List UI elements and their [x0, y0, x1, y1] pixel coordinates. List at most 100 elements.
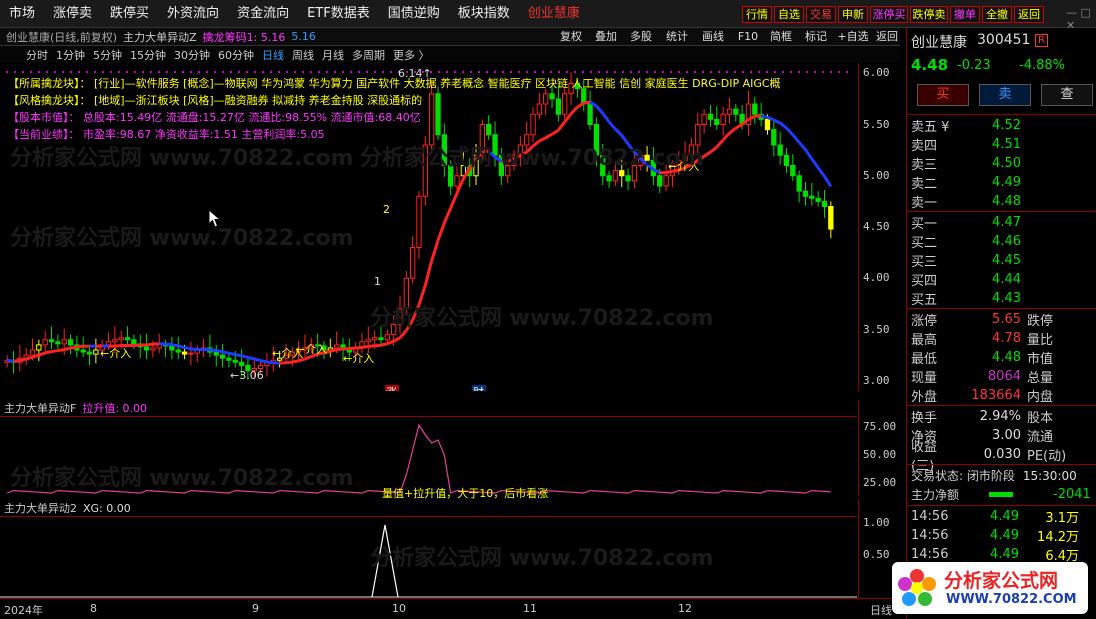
pane3[interactable] — [0, 516, 857, 598]
divider — [907, 114, 1096, 115]
period-10[interactable]: 更多 〉 — [393, 47, 430, 63]
menu-limit-up-sell[interactable]: 涨停卖 — [44, 0, 101, 27]
toolbar-button-7[interactable]: 标记 — [799, 28, 833, 46]
candle-body — [42, 339, 48, 346]
menu-fund-flow[interactable]: 资金流向 — [228, 0, 298, 27]
quick-button-8[interactable]: 返回 — [1014, 6, 1044, 23]
price-tick: 6.00 — [863, 66, 890, 80]
menu-etf-table[interactable]: ETF数据表 — [298, 0, 379, 27]
signal-dot — [710, 71, 712, 73]
tick-volume: 14.2万 — [1037, 530, 1079, 545]
pane2[interactable]: 量值+拉升值，大于10，后市看涨 — [0, 416, 857, 500]
pane2-value: 拉升值: 0.00 — [82, 402, 148, 415]
quick-button-5[interactable]: 跌停卖 — [910, 6, 948, 23]
signal-dot — [222, 71, 224, 73]
signal-dot — [102, 71, 104, 73]
quick-button-3[interactable]: 申新 — [838, 6, 868, 23]
period-3[interactable]: 15分钟 — [130, 47, 166, 63]
period-9[interactable]: 多周期 — [352, 47, 385, 63]
quote-pct: -4.88% — [1019, 58, 1065, 73]
ma-line — [386, 339, 395, 346]
candle-body — [105, 341, 112, 346]
signal-dot — [670, 71, 672, 73]
toolbar-button-4[interactable]: 画线 — [696, 28, 730, 46]
menu-foreign-flow[interactable]: 外资流向 — [158, 0, 228, 27]
quote-action-2[interactable]: 查 — [1041, 84, 1093, 106]
menu-market[interactable]: 市场 — [0, 0, 44, 27]
signal-dot — [14, 71, 16, 73]
toolbar-button-2[interactable]: 多股 — [624, 28, 658, 46]
signal-dot — [62, 71, 64, 73]
signal-dot — [750, 71, 752, 73]
pane3-tick: 0.50 — [863, 548, 890, 561]
quick-button-2[interactable]: 交易 — [806, 6, 836, 23]
ma-line — [411, 304, 421, 321]
quote-action-1[interactable]: 卖 — [979, 84, 1031, 106]
period-2[interactable]: 5分钟 — [93, 47, 122, 63]
quick-button-1[interactable]: 自选 — [774, 6, 804, 23]
bid-price: 4.46 — [992, 234, 1021, 249]
toolbar-button-3[interactable]: 统计 — [660, 28, 694, 46]
period-1[interactable]: 1分钟 — [56, 47, 85, 63]
stat-value: 4.48 — [992, 350, 1021, 365]
quick-button-7[interactable]: 全撤 — [982, 6, 1012, 23]
logo-title: 分析家公式网 — [944, 570, 1059, 592]
indicator-name[interactable]: 主力大单异动Z — [123, 29, 197, 45]
signal-dot — [454, 71, 456, 73]
quick-button-4[interactable]: 涨停买 — [870, 6, 908, 23]
bid-row: 买四 4.44 — [911, 270, 1095, 289]
period-0[interactable]: 分时 — [26, 47, 48, 63]
trade-state-row: 交易状态: 闭市阶段 15:30:00 — [911, 466, 1095, 485]
tick-row: 14:56 4.49 3.1万 — [911, 507, 1095, 526]
quick-button-0[interactable]: 行情 — [742, 6, 772, 23]
toolbar-button-8[interactable]: +自选 — [834, 28, 872, 46]
toolbar-title: 创业慧康(日线,前复权) — [6, 30, 118, 44]
toolbar-button-5[interactable]: F10 — [731, 28, 765, 46]
ma-line — [703, 150, 712, 158]
ma-line — [779, 121, 788, 130]
quote-action-0[interactable]: 买 — [917, 84, 969, 106]
candle-body — [821, 200, 828, 207]
stat-value: 5.65 — [992, 312, 1021, 327]
menu-sector-index[interactable]: 板块指数 — [449, 0, 519, 27]
toolbar-button-0[interactable]: 复权 — [554, 28, 588, 46]
bid-price: 4.43 — [992, 291, 1021, 306]
pane3-title[interactable]: 主力大单异动2 — [4, 500, 77, 516]
menu-repo[interactable]: 国债逆购 — [379, 0, 449, 27]
ask-label: 卖四 — [911, 139, 938, 154]
signal-dot — [774, 71, 776, 73]
toolbar-button-6[interactable]: 简框 — [764, 28, 798, 46]
trade-state: 交易状态: 闭市阶段 — [911, 469, 1015, 483]
period-7[interactable]: 周线 — [292, 47, 314, 63]
ma-line — [25, 355, 33, 361]
candle-body — [29, 349, 36, 356]
ma-line — [361, 345, 369, 349]
stat-label: 最高 — [911, 333, 938, 348]
toolbar-button-9[interactable]: 返回 — [870, 28, 904, 46]
stat-row: 最高 4.78 量比 — [911, 329, 1095, 348]
divider — [907, 308, 1096, 309]
signal-dot — [238, 71, 240, 73]
period-6[interactable]: 日线 — [262, 47, 284, 63]
signal-dot — [166, 71, 168, 73]
period-8[interactable]: 月线 — [322, 47, 344, 63]
signal-dot — [462, 71, 464, 73]
ma-line — [177, 344, 185, 349]
pane2-tick: 50.00 — [863, 448, 897, 461]
tick-price: 4.49 — [990, 547, 1019, 562]
bid-row: 买五 4.43 — [911, 289, 1095, 308]
menu-limit-down-buy[interactable]: 跌停买 — [101, 0, 158, 27]
toolbar-button-1[interactable]: 叠加 — [589, 28, 623, 46]
candle-body — [36, 344, 42, 351]
price-pane[interactable]: ←3.066.14↑12←介入←介入←介入←介入←介入涨财 【所属擒龙块】： [… — [0, 63, 857, 399]
signal-dot — [334, 71, 336, 73]
signal-dot — [302, 71, 304, 73]
ma-line — [430, 239, 440, 262]
buy-marker: ←介入 — [668, 160, 699, 173]
info-label: 【股本市值】： — [8, 111, 80, 124]
pane2-title[interactable]: 主力大单异动F — [4, 400, 76, 416]
period-5[interactable]: 60分钟 — [218, 47, 254, 63]
period-4[interactable]: 30分钟 — [174, 47, 210, 63]
quick-button-6[interactable]: 撤单 — [950, 6, 980, 23]
signal-dot — [630, 71, 632, 73]
